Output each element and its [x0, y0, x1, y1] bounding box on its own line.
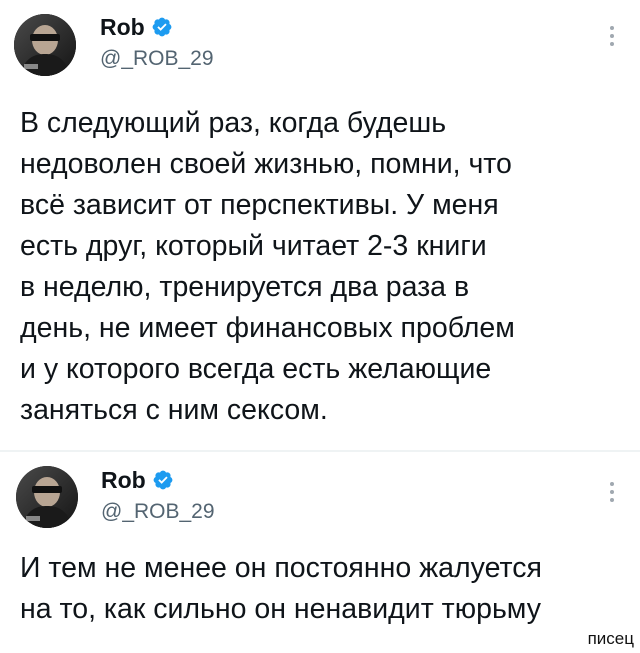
tweet-text-line: в неделю, тренируется два раза в — [20, 271, 470, 303]
tweet-text-line: и у которого всегда есть желающие — [20, 353, 492, 385]
tweet-text-line: заняться с ним сексом. — [20, 394, 328, 426]
avatar[interactable] — [16, 466, 78, 528]
verified-badge-icon — [152, 469, 174, 491]
author-name[interactable]: Rob — [100, 13, 145, 41]
avatar[interactable] — [14, 14, 76, 76]
tweet-text: В следующий раз, когда будешь недоволен … — [20, 103, 515, 431]
tweet-text-line: есть друг, который читает 2-3 книги — [20, 230, 487, 262]
author-name[interactable]: Rob — [101, 466, 146, 494]
watermark: писец — [587, 629, 634, 648]
verified-badge-icon — [151, 16, 173, 38]
more-options-icon[interactable] — [607, 482, 617, 506]
tweet-text: И тем не менее он постоянно жалуется на … — [20, 548, 542, 630]
author-handle[interactable]: @_ROB_29 — [101, 499, 215, 525]
tweet-1[interactable]: Rob @_ROB_29 В следующий раз, когда буде… — [0, 0, 640, 452]
tweet-text-line: В следующий раз, когда будешь — [20, 107, 447, 139]
tweet-2[interactable]: Rob @_ROB_29 И тем не менее он постоянно… — [0, 452, 640, 653]
more-options-icon[interactable] — [607, 26, 617, 50]
tweet-text-line: недоволен своей жизнью, помни, что — [20, 148, 512, 180]
author-name-row: Rob — [101, 466, 174, 494]
tweet-text-line: всё зависит от перспективы. У меня — [20, 189, 499, 221]
tweet-text-line: на то, как сильно он ненавидит тюрьму — [20, 593, 541, 625]
author-name-row: Rob — [100, 13, 173, 41]
tweet-text-line: И тем не менее он постоянно жалуется — [20, 552, 542, 584]
author-handle[interactable]: @_ROB_29 — [100, 46, 214, 72]
tweet-text-line: день, не имеет финансовых проблем — [20, 312, 515, 344]
